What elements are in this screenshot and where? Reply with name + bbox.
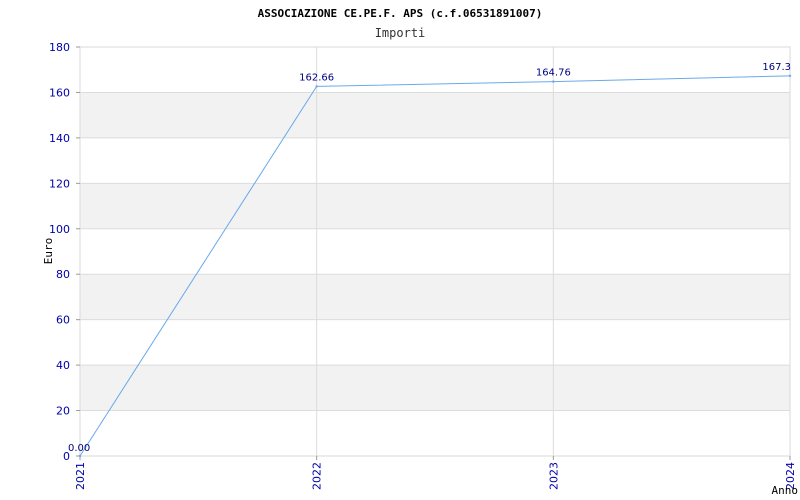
grid-band: [80, 183, 790, 229]
x-axis-label: Anno: [772, 484, 799, 497]
chart-title: ASSOCIAZIONE CE.PE.F. APS (c.f.065318910…: [258, 7, 543, 20]
y-tick-label: 120: [49, 177, 70, 190]
y-tick-label: 20: [56, 405, 70, 418]
data-point: [78, 454, 82, 458]
x-tick-label: 2022: [311, 462, 324, 490]
y-tick-label: 80: [56, 268, 70, 281]
data-label: 167.3: [762, 62, 791, 73]
grid-band: [80, 274, 790, 320]
grid-band: [80, 365, 790, 411]
y-tick-label: 180: [49, 41, 70, 54]
data-point: [315, 85, 318, 88]
y-tick-label: 60: [56, 314, 70, 327]
data-point: [552, 80, 555, 83]
chart-subtitle: Importi: [375, 26, 426, 40]
grid-bands: [80, 92, 790, 411]
grid-band: [80, 92, 790, 138]
data-label: 164.76: [536, 68, 571, 79]
data-label: 162.66: [299, 72, 334, 83]
data-point: [788, 74, 792, 78]
y-tick-label: 100: [49, 223, 70, 236]
x-axis-ticks: 2021 2022 2023 2024: [74, 456, 797, 490]
data-label: 0.00: [68, 443, 90, 454]
y-tick-label: 160: [49, 86, 70, 99]
x-tick-label: 2023: [547, 462, 560, 490]
y-tick-label: 140: [49, 132, 70, 145]
x-tick-label: 2021: [74, 462, 87, 490]
y-tick-label: 40: [56, 359, 70, 372]
y-axis-label: Euro: [42, 238, 55, 265]
line-chart: 020406080100120140160180 2021 2022 2023 202…: [42, 7, 799, 497]
